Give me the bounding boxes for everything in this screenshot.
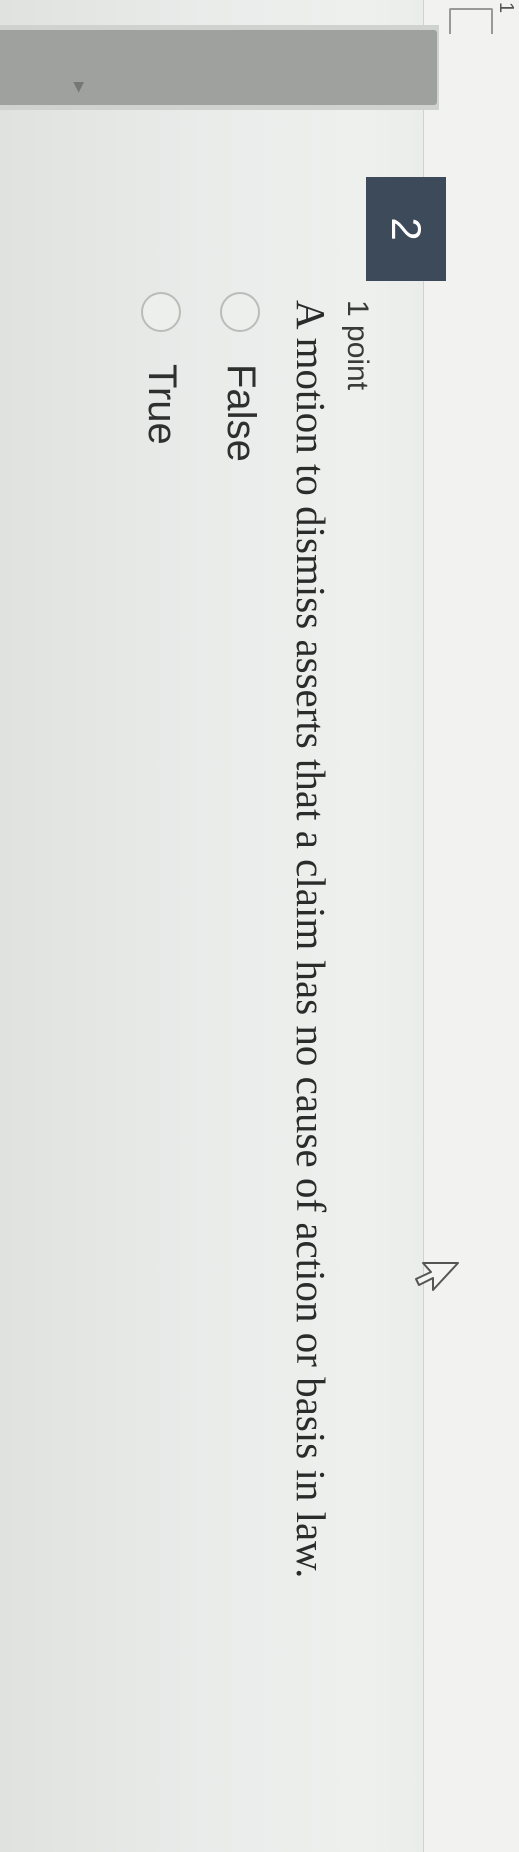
answer-option-false[interactable]: False bbox=[218, 292, 263, 462]
rotated-page: 1 ▶ 2 1 point A motion to dismiss assert… bbox=[0, 0, 519, 1852]
mouse-cursor-icon bbox=[415, 1262, 459, 1291]
scroll-arrow-icon[interactable]: ▶ bbox=[71, 82, 87, 93]
previous-question-number[interactable]: 1 bbox=[494, 2, 517, 13]
scrollbar-thumb[interactable] bbox=[0, 30, 437, 105]
window-frame-edge bbox=[449, 8, 493, 34]
answer-option-true[interactable]: True bbox=[139, 292, 184, 445]
answer-label-false[interactable]: False bbox=[218, 364, 263, 462]
question-text: A motion to dismiss asserts that a claim… bbox=[288, 300, 334, 1579]
radio-button-false[interactable] bbox=[220, 292, 261, 332]
answer-label-true[interactable]: True bbox=[139, 364, 184, 445]
radio-button-true[interactable] bbox=[141, 292, 182, 332]
question-points: 1 point bbox=[341, 300, 374, 391]
question-number-badge: 2 bbox=[366, 177, 446, 281]
